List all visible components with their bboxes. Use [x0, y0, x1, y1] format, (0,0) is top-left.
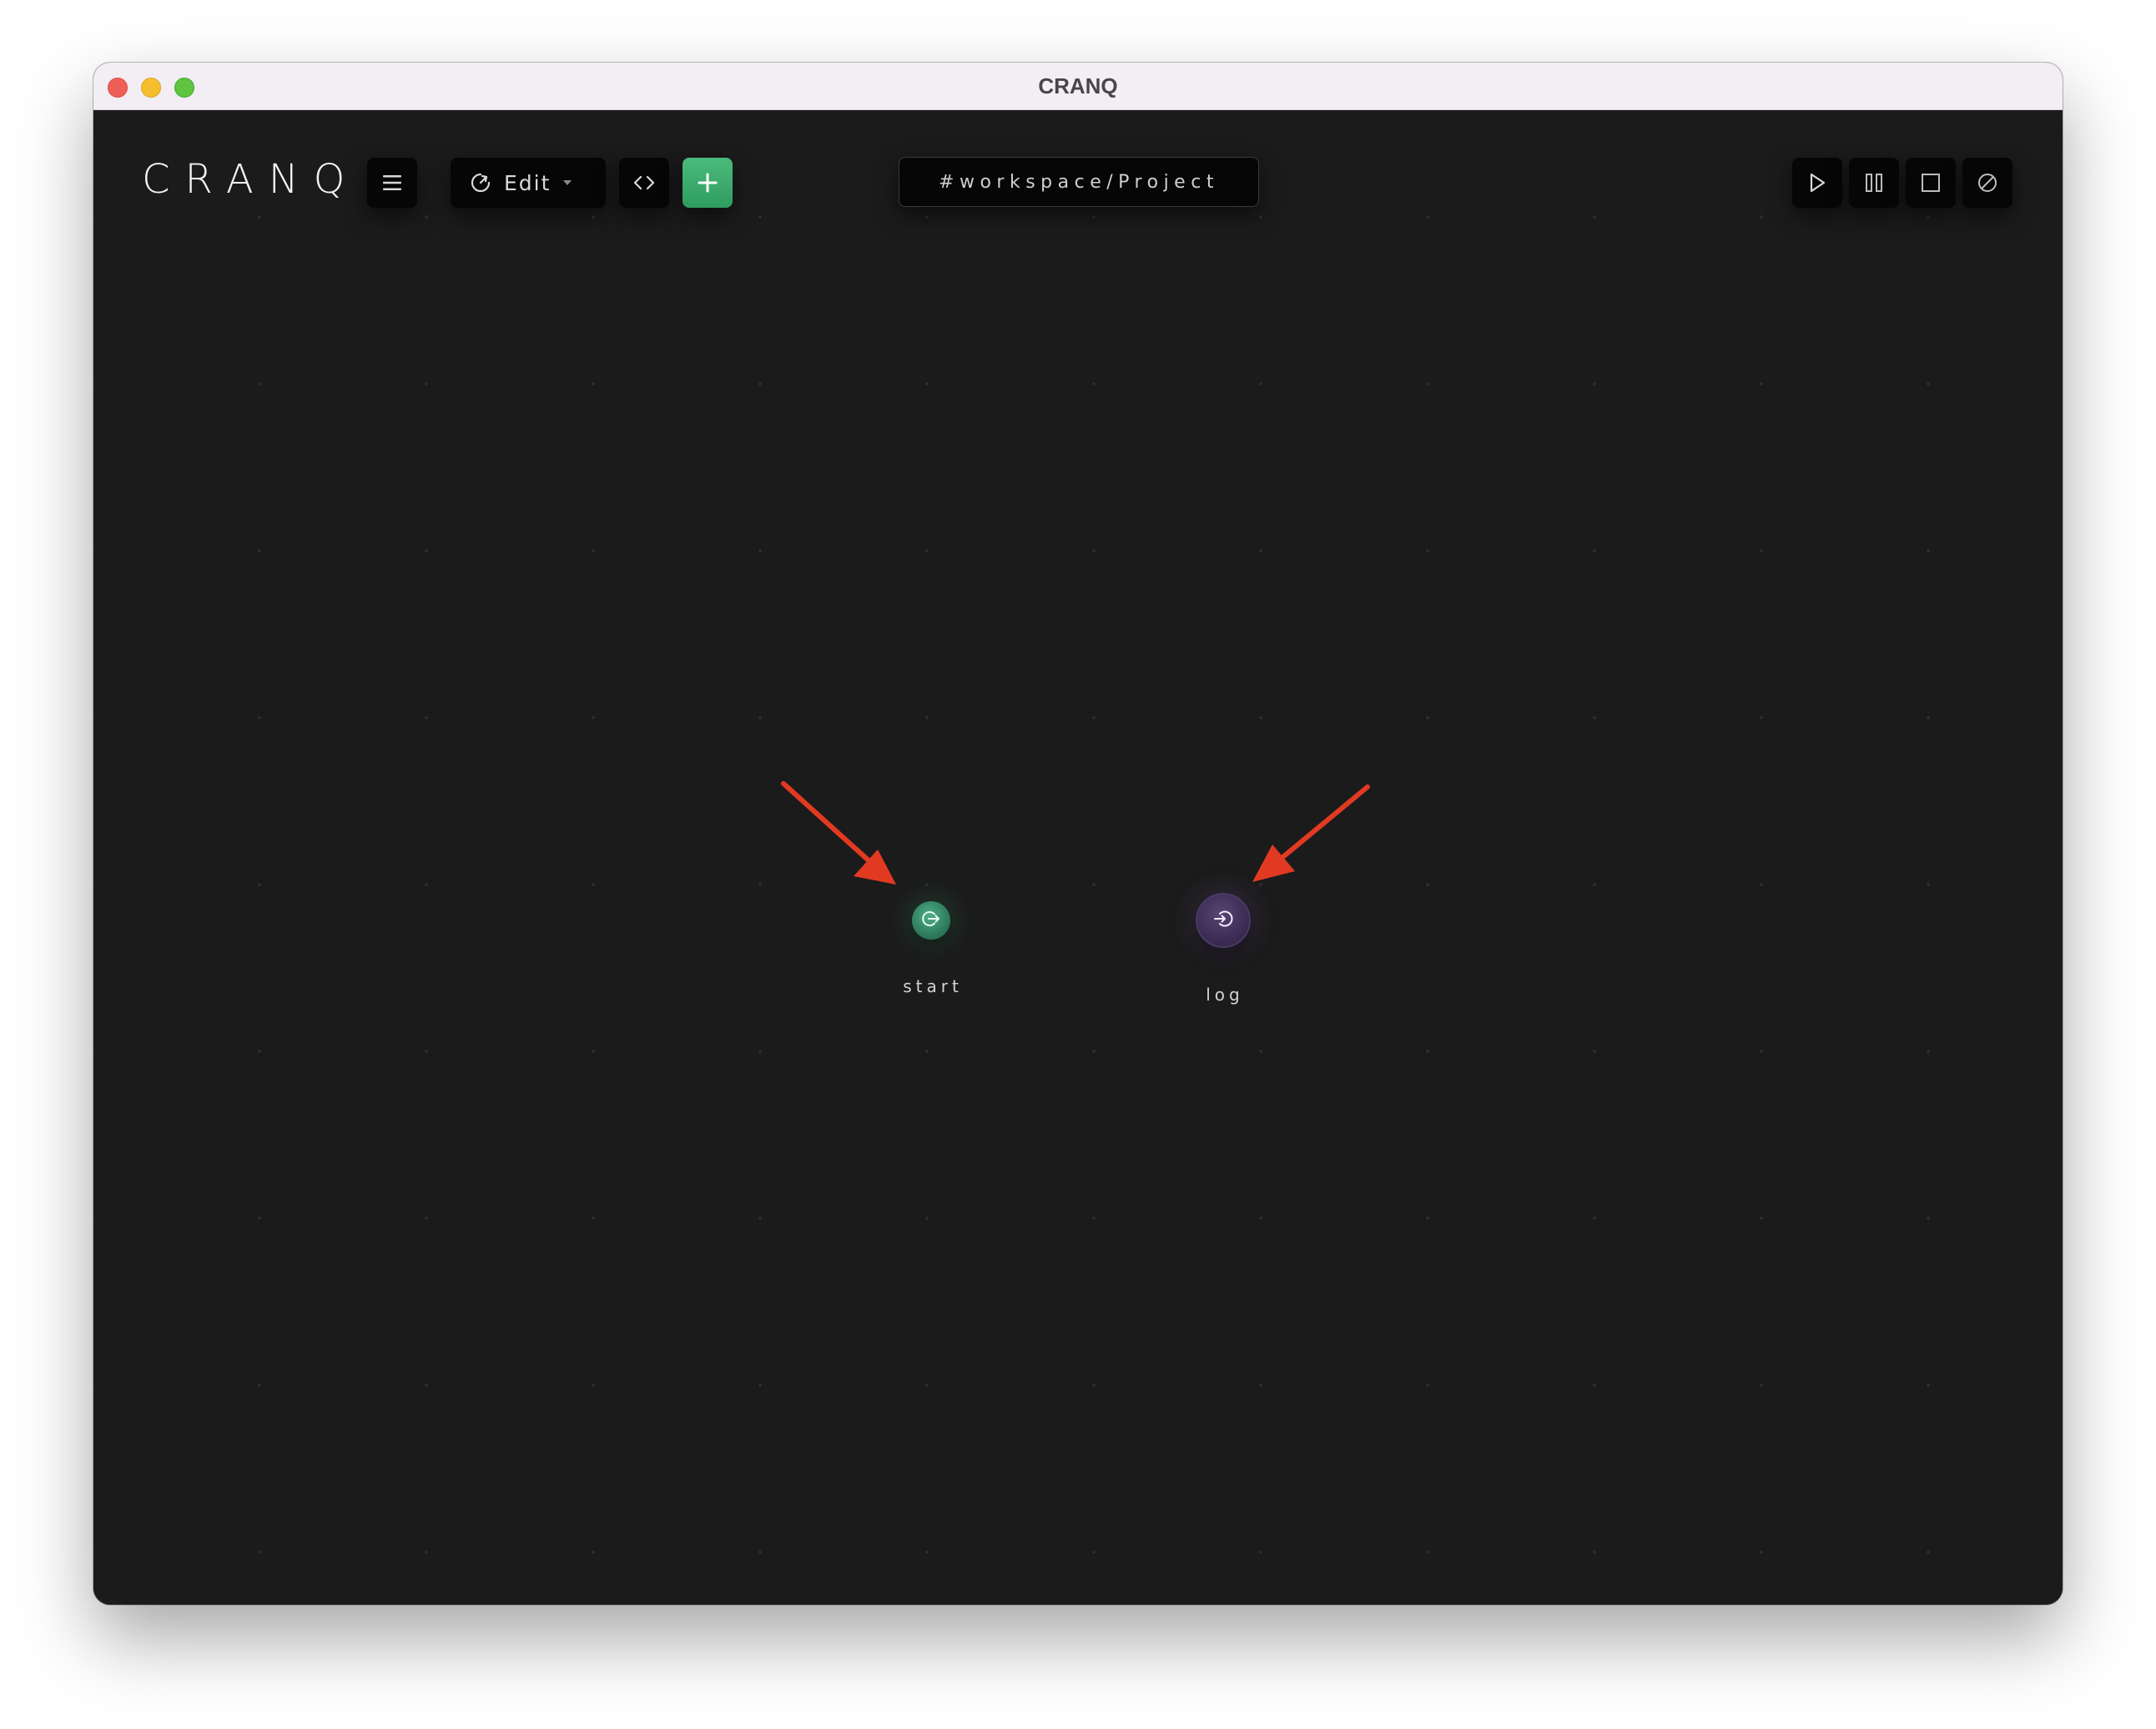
plus-icon: [697, 172, 718, 194]
annotation-arrow-start: [781, 781, 896, 885]
run-button[interactable]: [1792, 158, 1842, 208]
workspace-path[interactable]: #workspace/Project: [899, 157, 1259, 207]
code-view-button[interactable]: [619, 158, 669, 208]
enter-icon: [1211, 907, 1235, 935]
annotation-arrow-log: [1252, 784, 1370, 882]
graph-canvas[interactable]: CRANQ Edit #workspace/Project start log: [93, 110, 2063, 1605]
pause-button[interactable]: [1849, 158, 1899, 208]
mode-dial-icon: [469, 171, 492, 194]
start-node[interactable]: [912, 901, 950, 940]
app-window: CRANQ CRANQ Edit #workspace/Project star…: [93, 63, 2063, 1605]
play-icon: [1807, 172, 1827, 194]
mode-label: Edit: [504, 170, 552, 195]
mode-dropdown[interactable]: Edit: [451, 158, 606, 208]
log-node[interactable]: [1196, 893, 1251, 948]
start-node-label: start: [903, 976, 963, 996]
annotation-arrows: [781, 781, 1370, 885]
title-bar: CRANQ: [93, 63, 2063, 110]
caret-down-icon: [562, 179, 572, 186]
stop-button[interactable]: [1906, 158, 1956, 208]
exit-icon: [920, 908, 942, 934]
pause-icon: [1863, 172, 1885, 194]
clear-icon: [1977, 172, 1998, 194]
app-logo: CRANQ: [142, 156, 360, 203]
hamburger-icon: [381, 174, 403, 192]
code-brackets-icon: [632, 174, 656, 191]
window-title: CRANQ: [1038, 73, 1118, 98]
log-node-label: log: [1206, 985, 1244, 1005]
menu-button[interactable]: [367, 158, 417, 208]
stop-icon: [1920, 172, 1942, 194]
add-node-button[interactable]: [683, 158, 733, 208]
clear-button[interactable]: [1962, 158, 2012, 208]
